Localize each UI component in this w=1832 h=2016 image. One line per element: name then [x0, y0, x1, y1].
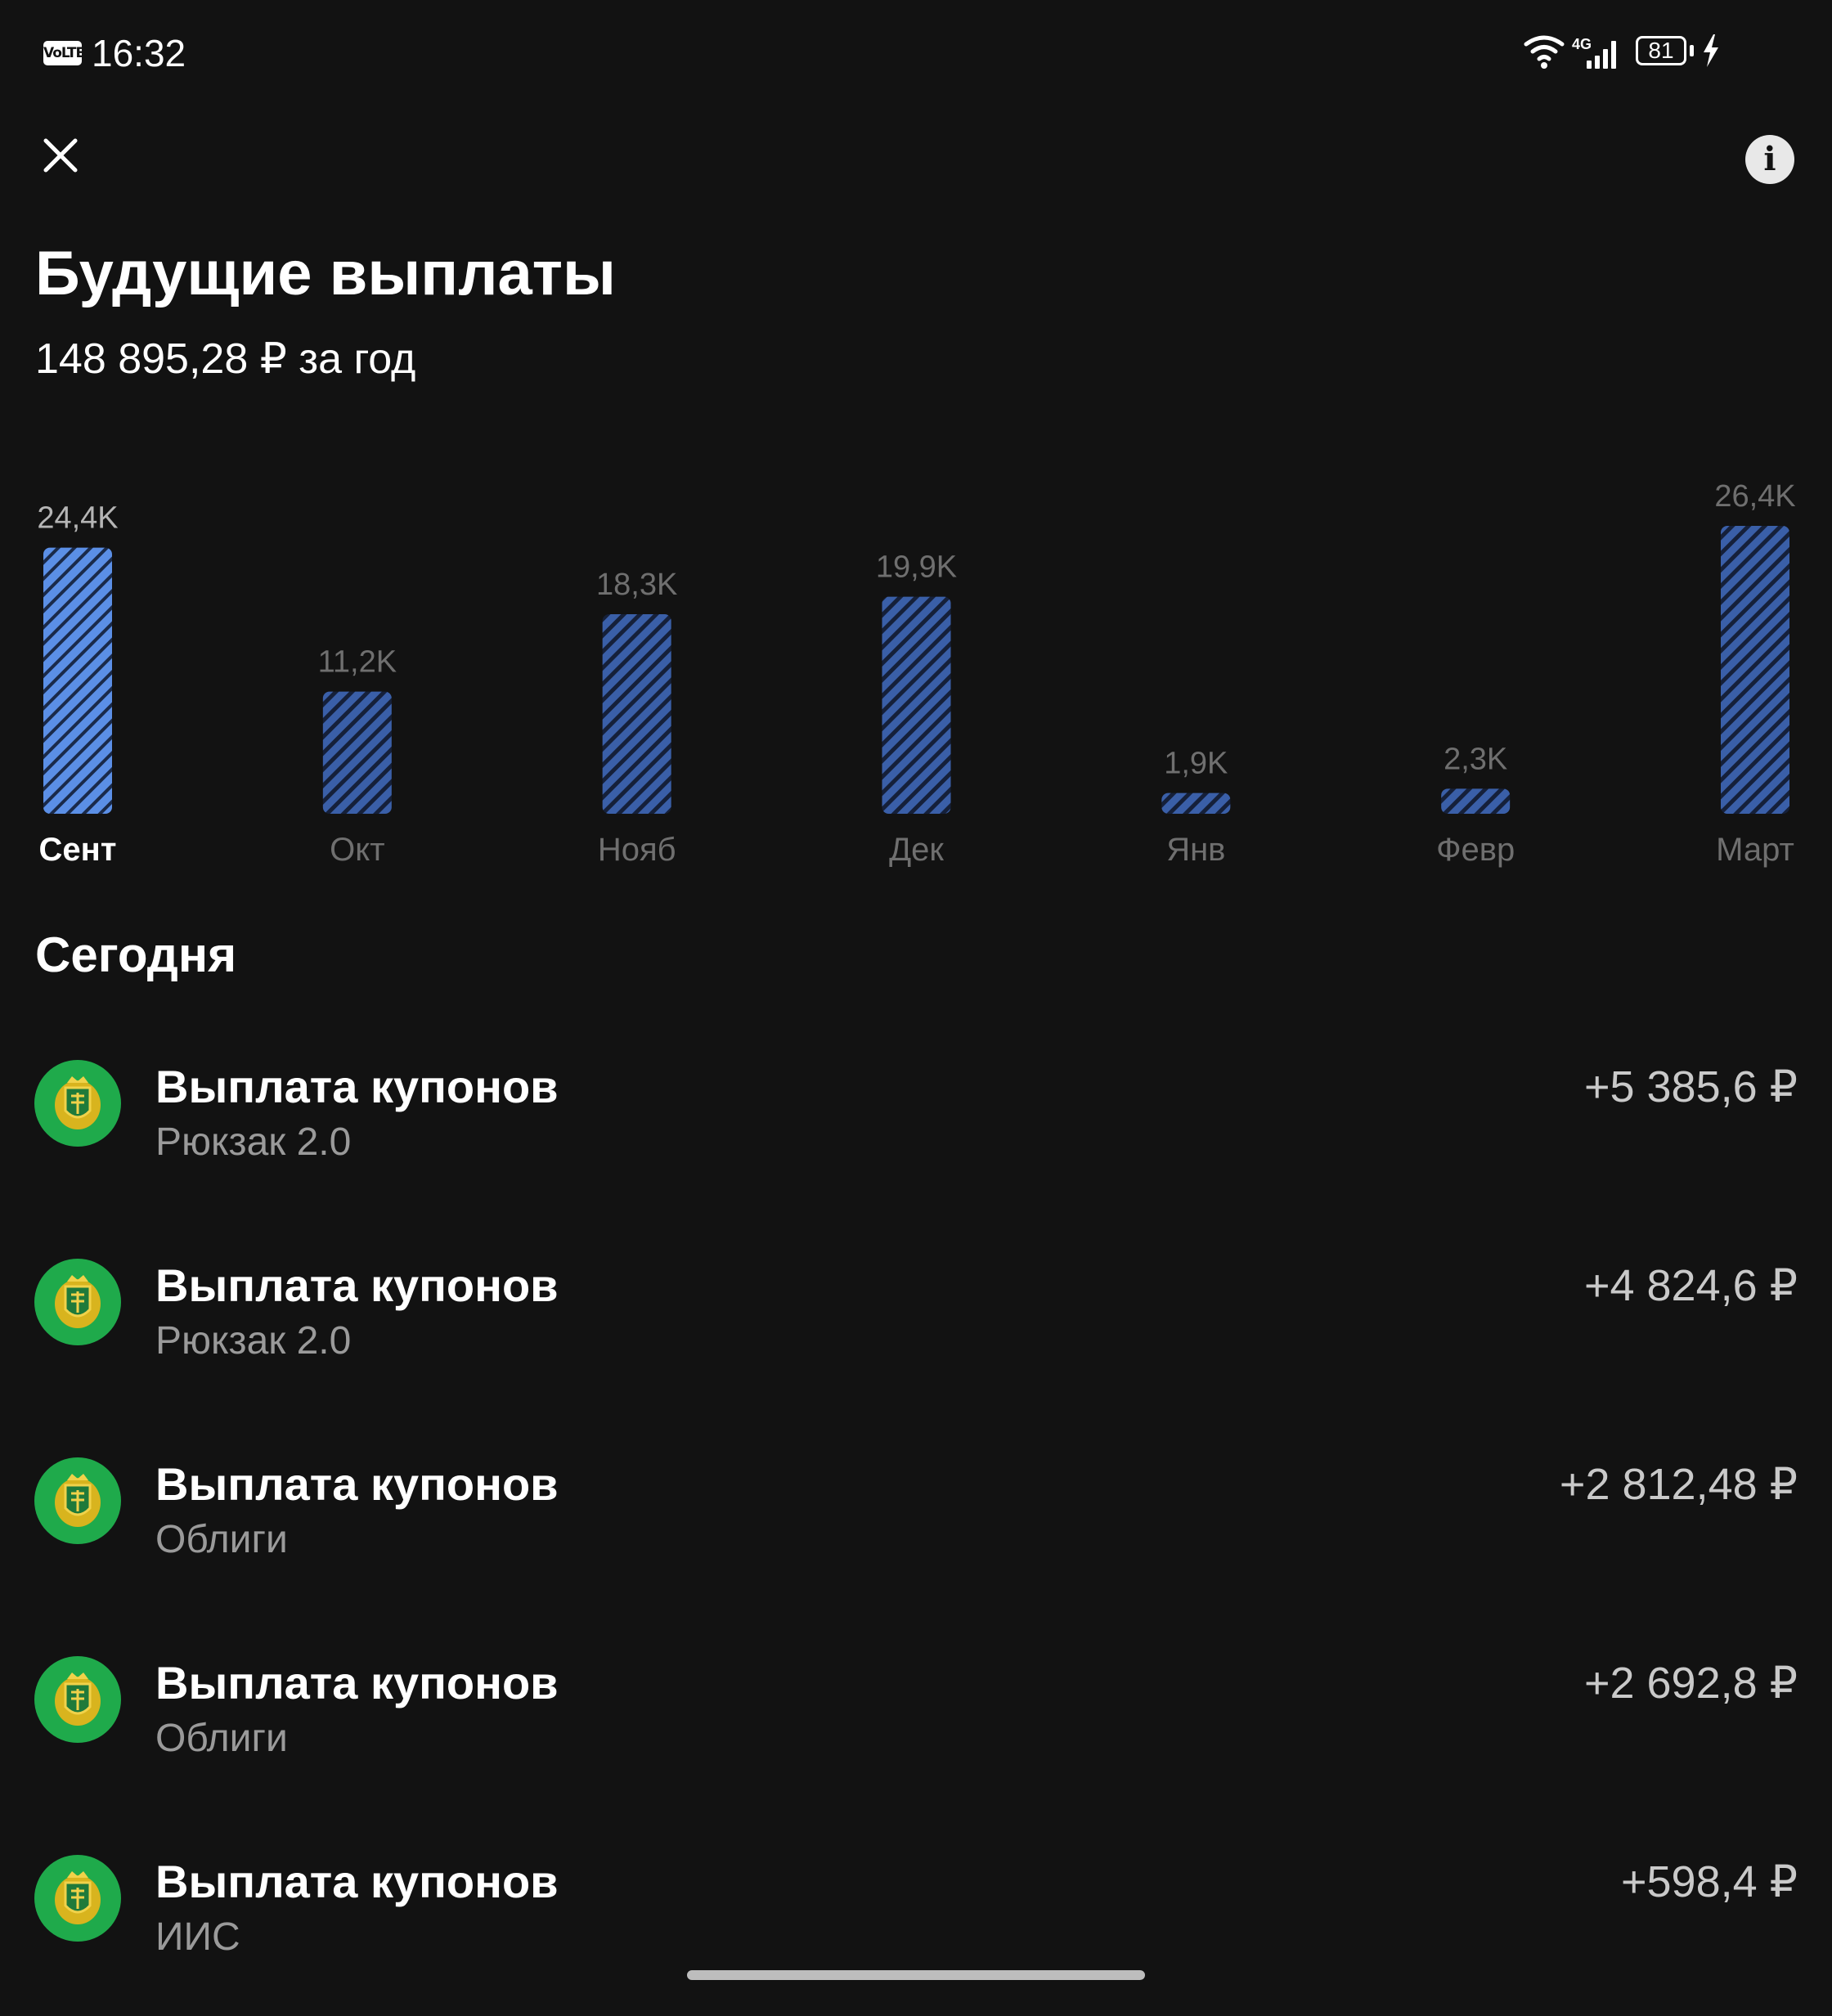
chart-value-label: 19,9K [876, 550, 957, 585]
coat-of-arms-icon [34, 1259, 121, 1345]
payment-portfolio: Рюкзак 2.0 [155, 1120, 352, 1164]
payment-title: Выплата купонов [155, 1061, 559, 1112]
chart-value-label: 2,3K [1444, 742, 1507, 776]
coat-of-arms-icon [34, 1855, 121, 1942]
payment-amount: +2 812,48 ₽ [1559, 1460, 1798, 1509]
payment-amount: +2 692,8 ₽ [1583, 1659, 1798, 1708]
chart-value-label: 11,2K [318, 645, 397, 680]
chart-bar[interactable] [882, 596, 951, 814]
payment-title: Выплата купонов [155, 1259, 559, 1311]
payment-portfolio: Рюкзак 2.0 [155, 1319, 352, 1363]
payment-portfolio: Облиги [155, 1518, 288, 1561]
chart-category-label[interactable]: Нояб [598, 832, 676, 868]
battery-tip [1690, 45, 1694, 56]
yearly-total: 148 895,28 ₽ за год [35, 335, 416, 383]
chart-bar[interactable] [1161, 792, 1231, 814]
chart-category-label[interactable]: Дек [889, 832, 944, 868]
charging-icon [1704, 34, 1718, 67]
chart-svg: 24,4K Сент 11,2K Окт 18,3K Нояб 19,9K Дек 1,9K Ян… [37, 479, 1795, 868]
battery-icon: 81 [1636, 36, 1686, 65]
payment-item[interactable]: Выплата купонов ИИС +598,4 ₽ [0, 1817, 1832, 2016]
chart-category-label[interactable]: Февр [1436, 832, 1515, 868]
chart-value-label: 24,4K [37, 501, 118, 536]
chart-value-label: 1,9K [1164, 747, 1228, 781]
volte-icon: VoLTE [43, 41, 85, 65]
close-button[interactable] [36, 131, 85, 180]
status-time: 16:32 [92, 32, 186, 74]
payment-amount: +5 385,6 ₽ [1583, 1062, 1798, 1111]
payment-item[interactable]: Выплата купонов Рюкзак 2.0 +5 385,6 ₽ [0, 1022, 1832, 1221]
section-title-today: Сегодня [35, 927, 237, 982]
payment-title: Выплата купонов [155, 1856, 559, 1907]
wifi-icon [1524, 35, 1565, 61]
chart-bar[interactable] [1721, 526, 1789, 814]
info-icon: i [1763, 140, 1776, 178]
payment-title: Выплата купонов [155, 1458, 559, 1510]
info-button[interactable]: i [1745, 135, 1794, 184]
chart-category-label[interactable]: Март [1716, 832, 1794, 868]
chart-category-label[interactable]: Окт [330, 832, 384, 868]
coat-of-arms-icon [34, 1060, 121, 1147]
payment-portfolio: ИИС [155, 1915, 240, 1959]
home-indicator[interactable] [687, 1970, 1145, 1980]
chart-bar[interactable] [43, 547, 112, 814]
status-bar: VoLTE 16:32 4G 81 [0, 0, 1832, 106]
close-icon [43, 138, 78, 173]
chart-value-label: 26,4K [1714, 479, 1795, 514]
coat-of-arms-icon [34, 1656, 121, 1743]
chart-bar[interactable] [1441, 788, 1511, 814]
payment-amount: +4 824,6 ₽ [1583, 1261, 1798, 1310]
coat-of-arms-icon [34, 1457, 121, 1544]
chart-bar[interactable] [602, 614, 671, 814]
network-type-label: 4G [1572, 36, 1592, 52]
payment-title: Выплата купонов [155, 1657, 559, 1708]
chart-value-label: 18,3K [596, 568, 677, 602]
payment-item[interactable]: Выплата купонов Рюкзак 2.0 +4 824,6 ₽ [0, 1221, 1832, 1420]
payment-portfolio: Облиги [155, 1717, 288, 1760]
signal-icons: 4G [1524, 35, 1616, 69]
page-title: Будущие выплаты [35, 239, 616, 308]
payment-amount: +598,4 ₽ [1620, 1857, 1798, 1906]
chart-category-label[interactable]: Янв [1166, 832, 1225, 868]
payment-item[interactable]: Выплата купонов Облиги +2 812,48 ₽ [0, 1420, 1832, 1619]
chart-bar[interactable] [322, 691, 392, 814]
payment-item[interactable]: Выплата купонов Облиги +2 692,8 ₽ [0, 1619, 1832, 1817]
payments-chart[interactable]: 24,4K Сент 11,2K Окт 18,3K Нояб 19,9K Дек 1,9K Ян… [0, 458, 1832, 883]
chart-category-label[interactable]: Сент [39, 832, 117, 868]
